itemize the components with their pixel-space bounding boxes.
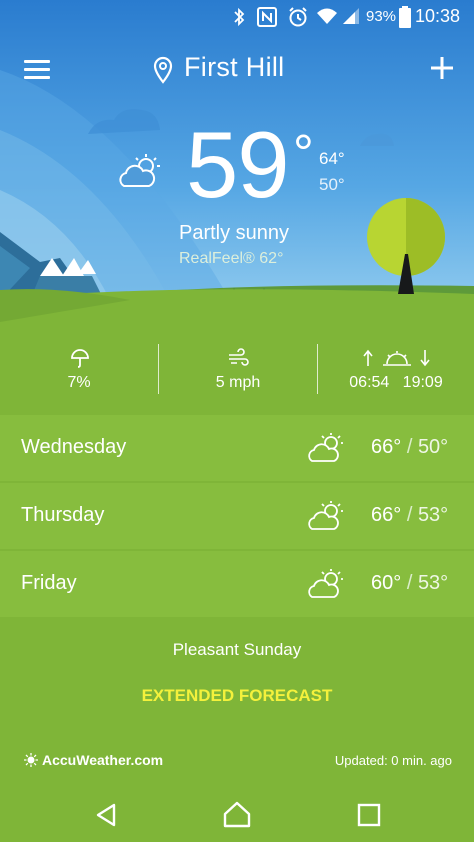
bluetooth-icon	[234, 7, 245, 27]
forecast-day-name: Friday	[21, 572, 77, 594]
wind-stat: 5 mph	[159, 340, 317, 416]
temperature-degree-symbol: °	[293, 125, 314, 183]
umbrella-icon	[71, 349, 89, 368]
partly-sunny-icon	[119, 154, 160, 187]
status-bar: 93% 10:38	[0, 0, 474, 34]
recents-square-icon[interactable]	[352, 798, 386, 832]
wifi-icon	[317, 8, 337, 24]
temp-separator: /	[406, 572, 413, 594]
brand-name: AccuWeather.com	[42, 752, 164, 768]
sunrise-time: 06:54	[349, 374, 390, 391]
accuweather-link[interactable]: AccuWeather.com	[24, 752, 163, 768]
accuweather-sun-icon	[24, 753, 38, 767]
nfc-icon	[257, 7, 277, 27]
forecast-high: 60°	[371, 572, 402, 594]
realfeel-temperature: RealFeel® 62°	[179, 250, 284, 267]
today-high: 64°	[319, 149, 345, 168]
battery-icon	[399, 6, 411, 28]
map-pin-icon	[153, 56, 173, 84]
weather-app: 93% 10:38 First Hill 59 ° 64° 50° Partly…	[0, 0, 474, 842]
precipitation-stat: 7%	[0, 340, 158, 416]
partly-sunny-icon	[308, 569, 343, 598]
forecast-day-name: Thursday	[21, 504, 105, 526]
weather-phrase: Partly sunny	[179, 222, 290, 244]
hero-scene: 93% 10:38 First Hill 59 ° 64° 50° Partly…	[0, 0, 474, 340]
system-nav-bar	[0, 786, 474, 842]
forecast-high: 66°	[371, 436, 402, 458]
cell-signal-icon	[343, 8, 359, 24]
hamburger-menu-icon[interactable]	[24, 58, 52, 80]
sunset-time: 19:09	[402, 374, 443, 391]
partly-sunny-icon	[308, 501, 343, 530]
home-icon[interactable]	[220, 798, 254, 832]
temp-separator: /	[406, 436, 413, 458]
forecast-low: 53°	[417, 572, 449, 594]
today-low: 50°	[319, 175, 345, 194]
extended-forecast-link[interactable]: EXTENDED FORECAST	[0, 686, 474, 706]
battery-percent: 93%	[366, 8, 397, 25]
forecast-temps: 66° / 50°	[371, 436, 448, 459]
sunrise-sunset-icon	[363, 349, 430, 367]
wind-icon	[229, 348, 249, 366]
status-clock: 10:38	[415, 6, 461, 26]
alarm-icon	[289, 7, 307, 27]
headline-text: Pleasant Sunday	[172, 640, 302, 659]
plus-icon[interactable]	[428, 54, 456, 82]
temp-separator: /	[406, 504, 413, 526]
sun-stat: 06:54 19:09	[318, 340, 474, 416]
forecast-low: 50°	[417, 436, 449, 458]
updated-time: Updated: 0 min. ago	[334, 753, 452, 768]
forecast-row[interactable]: Friday 60° / 53°	[0, 551, 474, 617]
sun-times: 06:54 19:09	[318, 374, 474, 392]
forecast-low: 53°	[417, 504, 449, 526]
forecast-high: 66°	[371, 504, 402, 526]
back-triangle-icon[interactable]	[90, 798, 124, 832]
location-name[interactable]: First Hill	[184, 52, 284, 83]
precipitation-value: 7%	[67, 374, 91, 391]
forecast-row[interactable]: Thursday 66° / 53°	[0, 483, 474, 549]
forecast-temps: 60° / 53°	[371, 572, 448, 595]
partly-sunny-icon	[308, 433, 343, 462]
forecast-temps: 66° / 53°	[371, 504, 448, 527]
conditions-stats: 7% 5 mph 06:54 19:09	[0, 340, 474, 416]
wind-value: 5 mph	[215, 374, 261, 391]
current-temperature: 59	[186, 112, 290, 217]
forecast-day-name: Wednesday	[21, 436, 127, 458]
forecast-row[interactable]: Wednesday 66° / 50°	[0, 415, 474, 481]
